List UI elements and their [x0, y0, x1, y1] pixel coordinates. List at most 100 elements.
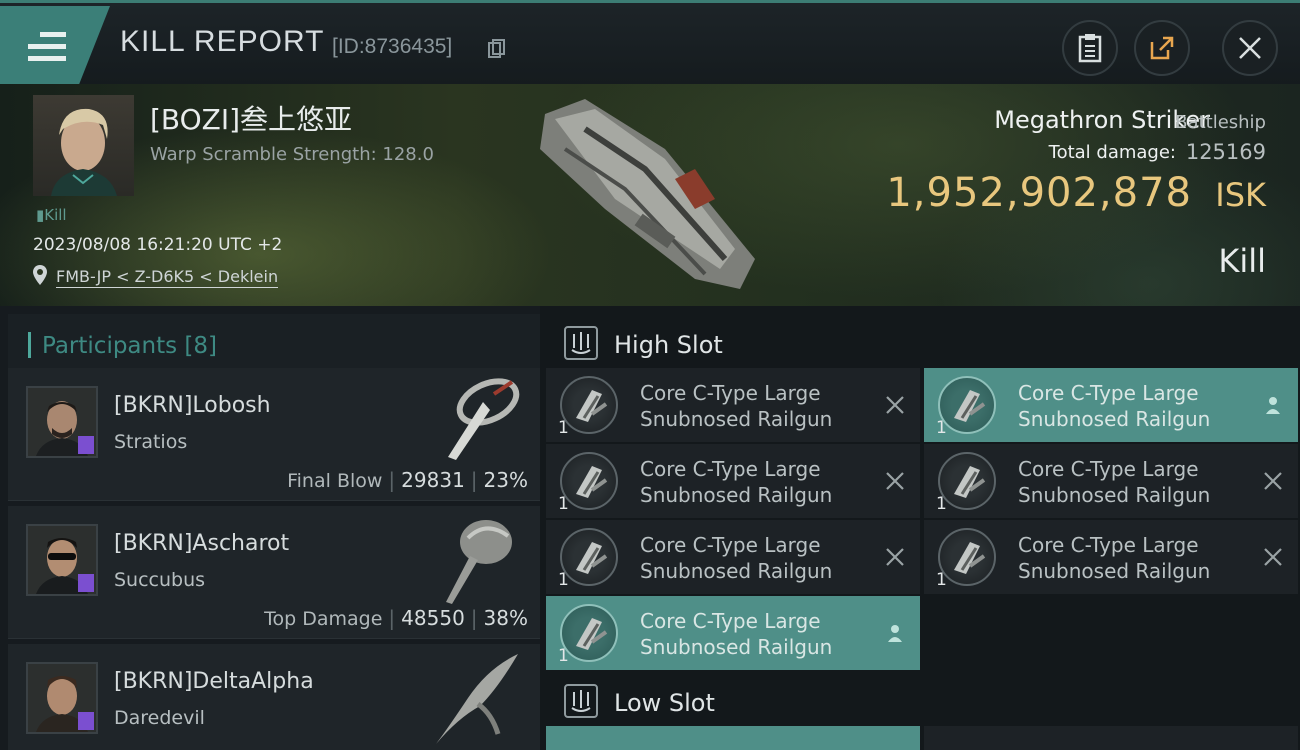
- participant-ship: Daredevil: [114, 707, 205, 729]
- module-name-line2: Snubnosed Railgun: [1018, 559, 1211, 583]
- victim-portrait[interactable]: [33, 95, 134, 196]
- module-quantity: 1: [558, 646, 569, 666]
- participant-stats: Final Blow | 29831 | 23%: [287, 468, 528, 492]
- ship-icon: [436, 654, 518, 744]
- stat-percent: 38%: [483, 606, 528, 630]
- participants-header: Participants [8]: [8, 314, 540, 372]
- low-slot-header: Low Slot: [548, 670, 1300, 728]
- participant-ship: Stratios: [114, 431, 188, 453]
- location-pin-icon: [33, 265, 47, 285]
- destroyed-icon: [886, 472, 904, 490]
- module-quantity: 1: [936, 418, 947, 438]
- stat-label: Final Blow: [287, 470, 383, 492]
- destroyed-icon: [886, 548, 904, 566]
- avatar[interactable]: [26, 662, 98, 734]
- participant-name[interactable]: [BKRN]DeltaAlpha: [114, 669, 314, 694]
- isk-unit: ISK: [1215, 176, 1266, 214]
- module-name: Core C-Type Large Snubnosed Railgun: [640, 608, 832, 660]
- menu-button[interactable]: [0, 6, 110, 84]
- module-item[interactable]: 1 Core C-Type Large Snubnosed Railgun: [546, 444, 920, 518]
- participant-row[interactable]: [BKRN]Ascharot Succubus Top Damage | 48550…: [8, 506, 540, 639]
- report-id: [ID:8736435]: [332, 35, 453, 58]
- participants-title: Participants [8]: [42, 333, 217, 359]
- kill-tag: ▮Kill: [36, 206, 67, 224]
- module-name: Core C-Type Large Snubnosed Railgun: [1018, 532, 1210, 584]
- module-name-line1: Core C-Type Large: [1018, 533, 1199, 557]
- module-quantity: 1: [558, 570, 569, 590]
- avatar[interactable]: [26, 386, 98, 458]
- module-item[interactable]: 1 Core C-Type Large Snubnosed Railgun: [924, 520, 1298, 594]
- clipboard-icon: [1078, 34, 1102, 63]
- module-quantity: 1: [936, 494, 947, 514]
- warp-scramble-strength: Warp Scramble Strength: 128.0: [150, 144, 434, 165]
- close-icon: [1239, 37, 1261, 59]
- module-name: Core C-Type Large Snubnosed Railgun: [640, 532, 832, 584]
- victim-ship-image: [540, 99, 755, 289]
- module-item[interactable]: 1 Core C-Type Large Snubnosed Railgun: [546, 520, 920, 594]
- total-damage-label: Total damage:: [1048, 142, 1176, 163]
- stat-label: Top Damage: [264, 608, 383, 630]
- destroyed-icon: [1264, 548, 1282, 566]
- module-name-line1: Core C-Type Large: [640, 381, 821, 405]
- ship-class: Battleship: [1175, 112, 1266, 133]
- module-name-line2: Snubnosed Railgun: [1018, 407, 1211, 431]
- participant-row[interactable]: [BKRN]Lobosh Stratios Final Blow | 29831 | 2…: [8, 368, 540, 501]
- avatar[interactable]: [26, 524, 98, 596]
- location-link[interactable]: FMB-JP < Z-D6K5 < Deklein: [56, 267, 279, 288]
- high-slot-icon: [564, 326, 598, 360]
- dropped-icon: [1266, 397, 1280, 414]
- dropped-icon: [888, 625, 902, 642]
- page-title: KILL REPORT: [120, 25, 325, 58]
- copy-icon[interactable]: [488, 39, 506, 59]
- participants-panel: Participants [8] [BKRN]Lobosh Stratios F…: [0, 306, 540, 750]
- close-button[interactable]: [1222, 20, 1278, 76]
- pilot-badge-icon: [78, 712, 94, 730]
- module-name: Core C-Type Large Snubnosed Railgun: [1018, 380, 1210, 432]
- kill-datetime: 2023/08/08 16:21:20 UTC +2: [33, 235, 283, 255]
- module-item[interactable]: 1 Core C-Type Large Snubnosed Railgun: [924, 368, 1298, 442]
- low-slot-icon: [564, 684, 598, 718]
- share-icon: [1150, 36, 1174, 60]
- pilot-badge-icon: [78, 574, 94, 592]
- module-name-line1: Core C-Type Large: [640, 457, 821, 481]
- pilot-badge-icon: [78, 436, 94, 454]
- isk-value: 1,952,902,878: [886, 170, 1192, 216]
- module-name-line1: Core C-Type Large: [640, 533, 821, 557]
- total-damage-value: 125169: [1185, 140, 1266, 164]
- module-item[interactable]: 1 Core C-Type Large Snubnosed Railgun: [546, 368, 920, 442]
- module-name: Core C-Type Large Snubnosed Railgun: [1018, 456, 1210, 508]
- module-name-line1: Core C-Type Large: [1018, 457, 1199, 481]
- high-slot-title: High Slot: [614, 331, 723, 359]
- module-quantity: 1: [558, 418, 569, 438]
- module-item[interactable]: 1 Core C-Type Large Snubnosed Railgun: [924, 444, 1298, 518]
- kill-result: Kill: [1218, 242, 1266, 280]
- top-bar: KILL REPORT [ID:8736435]: [0, 0, 1300, 84]
- module-name-line1: Core C-Type Large: [640, 609, 821, 633]
- victim-summary: [BOZI]叁上悠亚 Warp Scramble Strength: 128.0…: [0, 84, 1300, 306]
- header-accent-bar: [28, 332, 31, 358]
- module-name-line2: Snubnosed Railgun: [640, 635, 833, 659]
- hamburger-menu-icon: [28, 32, 66, 62]
- module-name: Core C-Type Large Snubnosed Railgun: [640, 456, 832, 508]
- module-name-line2: Snubnosed Railgun: [640, 483, 833, 507]
- module-name: Core C-Type Large Snubnosed Railgun: [640, 380, 832, 432]
- high-slot-header: High Slot: [548, 312, 1300, 370]
- clipboard-button[interactable]: [1062, 20, 1118, 76]
- destroyed-icon: [1264, 472, 1282, 490]
- victim-name[interactable]: [BOZI]叁上悠亚: [150, 98, 352, 138]
- participant-name[interactable]: [BKRN]Lobosh: [114, 393, 271, 418]
- destroyed-icon: [886, 396, 904, 414]
- fitting-panel: High Slot 1 Core C-Type Large Snubnosed Ra…: [540, 306, 1300, 750]
- low-slot-title: Low Slot: [614, 689, 715, 717]
- module-name-line1: Core C-Type Large: [1018, 381, 1199, 405]
- module-item[interactable]: [924, 726, 1298, 750]
- participant-stats: Top Damage | 48550 | 38%: [264, 606, 528, 630]
- participant-row[interactable]: [BKRN]DeltaAlpha Daredevil: [8, 644, 540, 750]
- module-quantity: 1: [558, 494, 569, 514]
- participant-name[interactable]: [BKRN]Ascharot: [114, 531, 289, 556]
- share-button[interactable]: [1134, 20, 1190, 76]
- module-item[interactable]: [546, 726, 920, 750]
- module-name-line2: Snubnosed Railgun: [1018, 483, 1211, 507]
- stat-damage: 48550: [401, 606, 465, 630]
- module-item[interactable]: 1 Core C-Type Large Snubnosed Railgun: [546, 596, 920, 670]
